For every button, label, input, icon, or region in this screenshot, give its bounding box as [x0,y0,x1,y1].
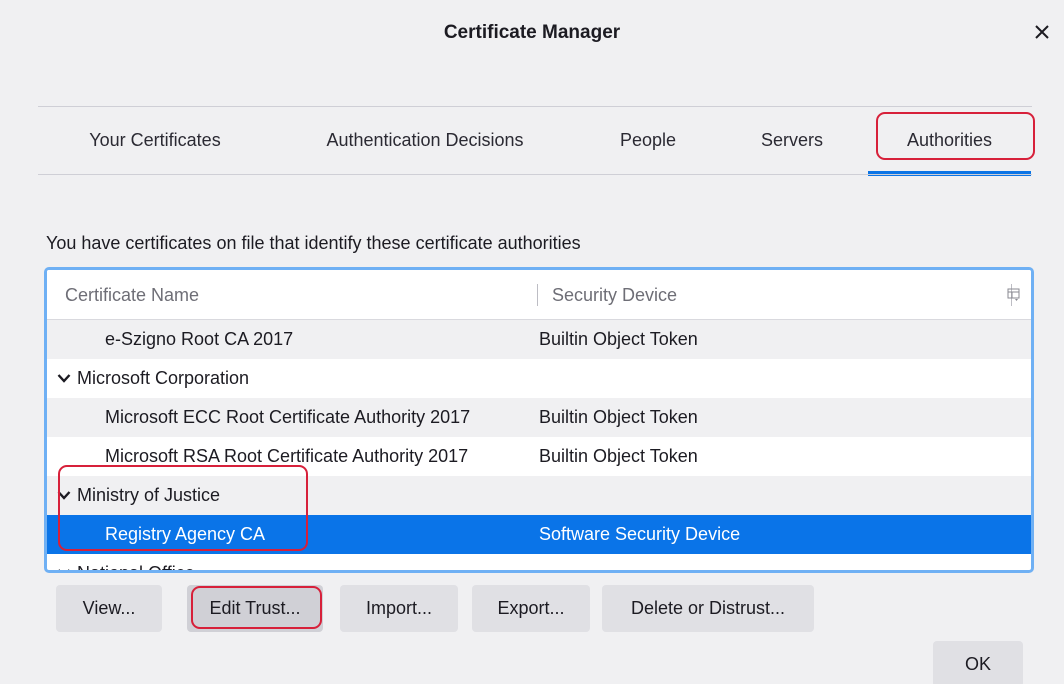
certificate-name: e-Szigno Root CA 2017 [105,329,294,349]
security-device: Builtin Object Token [539,329,698,349]
certificate-name: Microsoft RSA Root Certificate Authority… [105,446,469,466]
tab-your-certificates[interactable]: Your Certificates [60,108,250,172]
column-header-security-device[interactable]: Security Device [552,270,677,320]
tree-row-cert[interactable]: e-Szigno Root CA 2017 Builtin Object Tok… [47,320,1031,359]
tab-people[interactable]: People [600,108,696,172]
group-name: Microsoft Corporation [77,368,250,388]
security-device: Builtin Object Token [539,407,698,427]
tree-row-group[interactable]: National Office [47,554,1031,573]
import-button[interactable]: Import... [340,585,458,632]
tabs-top-divider [38,106,1032,107]
column-header-certificate-name[interactable]: Certificate Name [65,270,199,320]
chevron-down-icon[interactable] [57,568,71,573]
certificate-tree[interactable]: Certificate Name Security Device e-Szign… [44,267,1034,573]
tabs-bottom-divider [38,174,1032,175]
authorities-description: You have certificates on file that ident… [46,233,581,253]
tree-row-cert-selected[interactable]: Registry Agency CA Software Security Dev… [47,515,1031,554]
tab-authorities[interactable]: Authorities [868,108,1031,176]
tree-row-group[interactable]: Microsoft Corporation [47,359,1031,398]
delete-or-distrust-button[interactable]: Delete or Distrust... [602,585,814,632]
security-device: Builtin Object Token [539,446,698,466]
group-name: Ministry of Justice [77,485,221,505]
ok-button[interactable]: OK [933,641,1023,684]
window-title: Certificate Manager [443,22,621,43]
tab-authentication-decisions[interactable]: Authentication Decisions [290,108,560,172]
certificate-name: Microsoft ECC Root Certificate Authority… [105,407,471,427]
tree-row-cert[interactable]: Microsoft ECC Root Certificate Authority… [47,398,1031,437]
group-name: National Office [77,563,195,573]
edit-trust-button[interactable]: Edit Trust... [187,585,323,632]
tree-row-group[interactable]: Ministry of Justice [47,476,1031,515]
view-button[interactable]: View... [56,585,162,632]
export-button[interactable]: Export... [472,585,590,632]
column-separator [537,284,538,306]
tab-servers[interactable]: Servers [740,108,844,172]
tree-header: Certificate Name Security Device [47,270,1031,320]
tree-row-cert[interactable]: Microsoft RSA Root Certificate Authority… [47,437,1031,476]
security-device: Software Security Device [539,524,741,544]
chevron-down-icon[interactable] [57,373,71,383]
certificate-name: Registry Agency CA [105,524,266,544]
chevron-down-icon[interactable] [57,490,71,500]
close-icon[interactable] [1028,18,1056,46]
column-picker-icon[interactable] [1007,288,1021,302]
title-bar: Certificate Manager [0,0,1064,68]
